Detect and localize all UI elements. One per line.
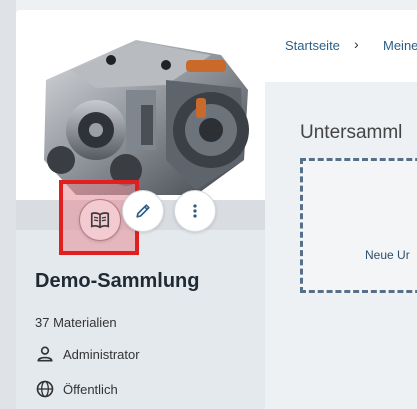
breadcrumb-separator: › <box>354 36 359 52</box>
new-subcollection-label[interactable]: Neue Ur <box>365 248 410 262</box>
edit-button[interactable] <box>122 190 164 232</box>
new-subcollection-dropzone[interactable] <box>300 158 417 293</box>
visibility-row: Öffentlich <box>35 379 118 399</box>
globe-icon <box>36 380 54 398</box>
collection-title: Demo-Sammlung <box>35 270 200 292</box>
left-strip <box>0 0 16 409</box>
more-button[interactable] <box>174 190 216 232</box>
book-icon <box>90 212 110 229</box>
more-vertical-icon <box>193 204 197 218</box>
materials-count: 37 Materialien <box>35 315 117 330</box>
person-icon <box>37 346 53 362</box>
owner-row: Administrator <box>35 344 140 364</box>
main-panel: Startseite › Meine Untersamml Neue Ur <box>265 10 417 409</box>
collection-card: Demo-Sammlung 37 Materialien Administrat… <box>16 10 265 409</box>
breadcrumb: Startseite › Meine <box>265 10 417 82</box>
subcollections-title: Untersamml <box>300 122 403 143</box>
visibility-label: Öffentlich <box>63 381 118 397</box>
breadcrumb-current[interactable]: Meine <box>383 38 417 53</box>
breadcrumb-home[interactable]: Startseite <box>285 38 340 53</box>
engine-image <box>16 10 265 200</box>
read-button[interactable] <box>79 199 121 241</box>
collection-info: Demo-Sammlung 37 Materialien Administrat… <box>16 230 265 409</box>
pencil-icon <box>136 204 150 218</box>
owner-label: Administrator <box>63 346 140 362</box>
